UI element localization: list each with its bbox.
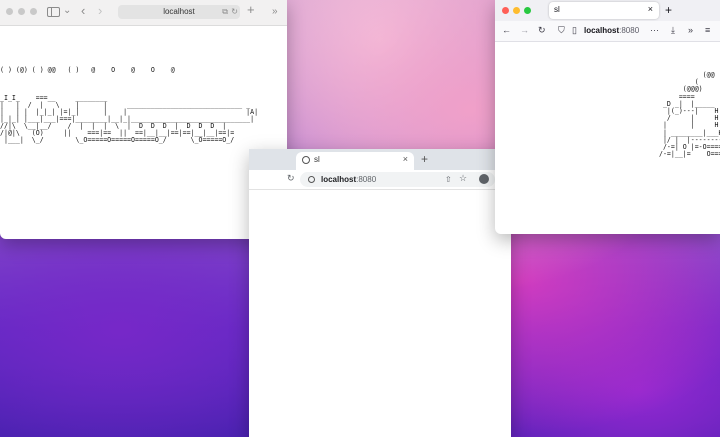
tab-sl[interactable]: sl × <box>549 2 659 19</box>
site-info-icon[interactable] <box>308 176 315 183</box>
forward-icon[interactable]: → <box>520 25 529 35</box>
firefox-tab-bar: sl × + <box>495 0 720 21</box>
overflow-icon[interactable]: » <box>688 25 693 35</box>
ascii-train-art: (@@ ( (@@@) ==== _D _| |_____ |(_)---| H… <box>658 71 720 159</box>
download-icon[interactable]: ⤓ <box>671 25 675 35</box>
url-host: localhost <box>321 175 357 184</box>
bookmark-star-icon[interactable]: ☆ <box>459 173 467 184</box>
chrome-toolbar: ↻ localhost:8080 ⇧ ☆ <box>249 170 511 190</box>
address-text: localhost:8080 <box>321 175 376 184</box>
reload-icon[interactable]: ↻ <box>287 173 295 184</box>
reload-icon[interactable]: ↻ <box>538 25 546 35</box>
chrome-page-content <box>249 190 511 437</box>
firefox-toolbar: ← → ↻ ⛉ ▯ localhost:8080 ··· ⤓ » ≡ <box>495 21 720 42</box>
translate-icon[interactable]: ⧉ <box>222 7 228 17</box>
reload-icon[interactable]: ↻ <box>231 7 238 17</box>
url-port: :8080 <box>356 175 377 184</box>
url-host: localhost <box>584 26 620 35</box>
tab-title: sl <box>554 5 560 14</box>
close-window-button[interactable] <box>6 8 13 15</box>
page-icon: ▯ <box>572 25 577 35</box>
chrome-tab-bar: sl × + <box>249 149 511 170</box>
overflow-icon[interactable]: » <box>272 7 278 17</box>
tab-sl[interactable]: sl × <box>296 152 414 170</box>
safari-toolbar: ⌄ ‹ › localhost ⧉ ↻ + » <box>0 0 287 26</box>
address-bar[interactable]: localhost:8080 <box>584 26 639 35</box>
forward-icon[interactable]: › <box>98 4 102 17</box>
minimize-window-button[interactable] <box>18 8 25 15</box>
close-tab-icon[interactable]: × <box>403 154 408 164</box>
close-tab-icon[interactable]: × <box>648 4 653 14</box>
more-icon[interactable]: ··· <box>650 25 659 35</box>
new-tab-icon[interactable]: + <box>247 3 255 16</box>
safari-page-content: ( ) (@) ( ) @@ ( ) @ O @ O @ _I_I_ ===__… <box>0 26 287 239</box>
menu-icon[interactable]: ≡ <box>705 25 710 35</box>
sidebar-toggle-icon[interactable] <box>47 7 60 17</box>
back-icon[interactable]: ‹ <box>81 4 85 17</box>
shield-icon[interactable]: ⛉ <box>558 25 565 35</box>
close-window-button[interactable] <box>502 7 509 14</box>
zoom-window-button[interactable] <box>30 8 37 15</box>
new-tab-icon[interactable]: + <box>665 3 672 17</box>
back-icon[interactable]: ← <box>502 25 511 35</box>
safari-window: ⌄ ‹ › localhost ⧉ ↻ + » ( ) (@) ( ) @@ (… <box>0 0 287 239</box>
profile-avatar[interactable] <box>479 174 489 184</box>
minimize-window-button[interactable] <box>513 7 520 14</box>
address-bar[interactable]: localhost ⧉ ↻ <box>118 5 240 19</box>
new-tab-icon[interactable]: + <box>421 152 428 166</box>
globe-icon <box>302 156 310 164</box>
tab-title: sl <box>314 155 320 164</box>
share-icon[interactable]: ⇧ <box>445 175 452 184</box>
firefox-window: sl × + ← → ↻ ⛉ ▯ localhost:8080 ··· ⤓ » … <box>495 0 720 234</box>
firefox-page-content: (@@ ( (@@@) ==== _D _| |_____ |(_)---| H… <box>495 42 720 234</box>
url-port: :8080 <box>619 26 640 35</box>
chrome-window: sl × + ↻ localhost:8080 ⇧ ☆ <box>249 149 511 437</box>
zoom-window-button[interactable] <box>524 7 531 14</box>
ascii-train-art: ( ) (@) ( ) @@ ( ) @ O @ O @ _I_I_ ===__… <box>0 66 259 144</box>
chevron-down-icon[interactable]: ⌄ <box>63 6 71 16</box>
